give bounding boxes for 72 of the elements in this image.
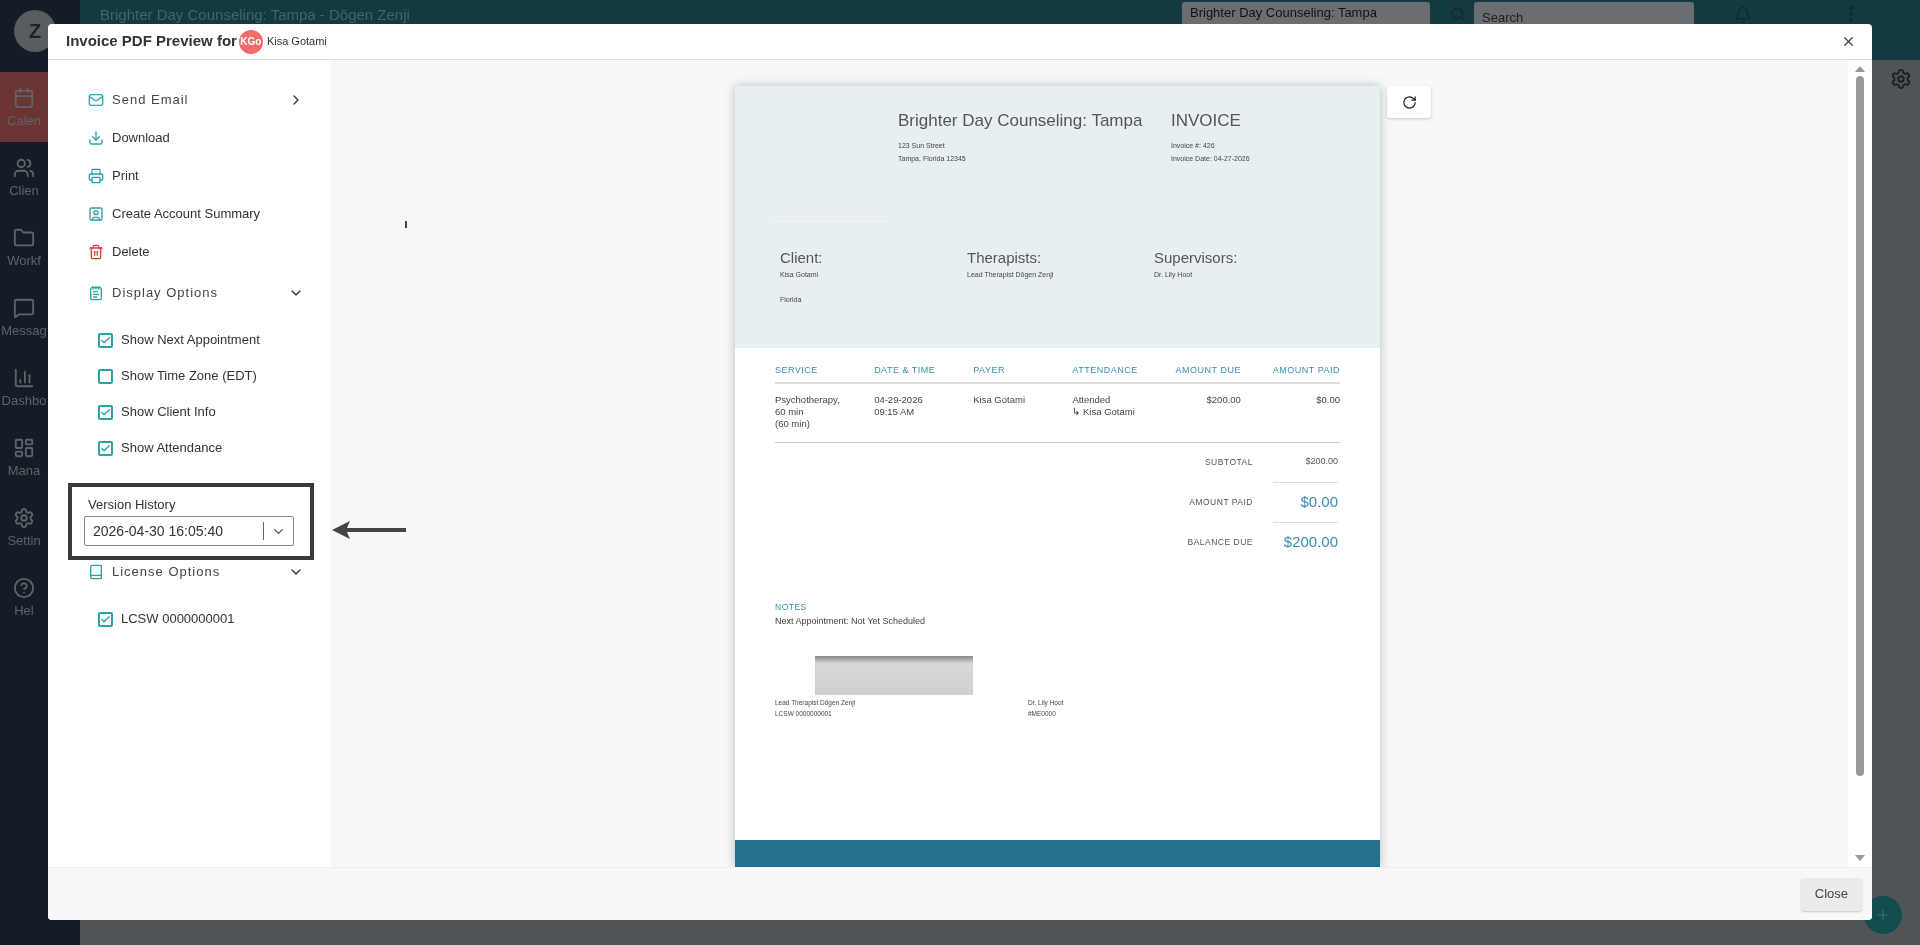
column-header: DATE & TIME [874,364,937,377]
calendar-icon [13,86,35,109]
dashboard-icon [13,436,35,459]
text-cursor-mark [405,221,407,228]
table-cell-text: Attended [1072,393,1112,406]
notepad-icon [88,285,104,301]
column-header: SERVICE [775,364,819,377]
field-label: Version History [88,497,177,513]
client-avatar: KGo [238,29,263,54]
refresh-icon [1401,94,1417,110]
table-cell-text: ↳ Kisa Gotami [1072,405,1136,418]
checkbox-label: Show Attendance [121,439,223,458]
folder-icon [13,226,35,249]
column-header: ATTENDANCE [1072,364,1139,377]
checkbox[interactable] [98,332,113,348]
checkbox-label: Show Next Appointment [121,331,260,350]
refresh-button[interactable] [1387,86,1431,118]
gear-icon [1890,68,1912,90]
sidebar-item[interactable]: Dashbo [0,352,80,422]
checkbox[interactable] [98,611,113,627]
notes-text: Next Appointment: Not Yet Scheduled [775,615,927,629]
total-label: BALANCE DUE [1186,536,1253,549]
column-header: AMOUNT PAID [1271,364,1340,377]
plus-icon [1874,906,1892,924]
checkbox[interactable] [98,440,113,456]
check-icon [100,442,111,454]
notes-heading: NOTES [775,600,808,614]
check-icon [100,334,111,346]
checkbox-label: LCSW 0000000001 [121,610,235,629]
checkbox[interactable] [98,404,113,420]
table-cell: Kisa Gotami [973,393,1025,405]
practice-name: Brighter Day Counseling: Tampa [898,110,1144,132]
check-icon [100,613,111,625]
settings-icon [13,506,35,529]
column-header: AMOUNT DUE [1174,364,1241,377]
close-button[interactable]: Close [1800,877,1862,911]
party-heading: Client: [780,248,824,268]
checkbox-label: Show Time Zone (EDT) [121,367,257,386]
table-cell-text: 60 min [775,405,805,418]
table-cell-text: 04-29-2026 [874,393,924,406]
version-select[interactable]: 2026-04-30 16:05:40 [84,516,294,546]
people-icon [13,156,35,179]
total-label: SUBTOTAL [1203,456,1253,469]
total-value: $200.00 [1305,455,1338,469]
modal-title: Invoice PDF Preview for [66,31,237,52]
bar-chart-icon [13,366,35,389]
bell-icon [1734,6,1752,24]
party-heading: Therapists: [967,248,1043,268]
table-cell: $0.00 [1316,393,1340,405]
help-icon [13,576,35,599]
message-icon [13,296,35,319]
close-icon[interactable] [1841,34,1856,49]
book-icon [88,564,104,580]
checkbox-label: Show Client Info [121,403,216,422]
table-cell-text: (60 min) [775,417,811,430]
sidebar-item[interactable]: Mana [0,422,80,492]
scrollbar-thumb[interactable] [1856,76,1864,776]
invoice-title: INVOICE [1171,110,1242,132]
total-label: AMOUNT PAID [1188,496,1253,509]
column-header: PAYER [973,364,1006,377]
scroll-down-icon [1855,855,1865,861]
search-icon [1450,6,1466,22]
party-heading: Supervisors: [1154,248,1238,268]
checkbox[interactable] [98,368,113,384]
check-icon [100,406,111,418]
client-name: Kisa Gotami [266,34,328,50]
total-value: $200.00 [1283,532,1338,553]
table-cell-text: Psychotherapy, [775,393,841,406]
sidebar-item[interactable]: Settin [0,492,80,562]
table-cell-text: 09:15 AM [874,405,916,418]
table-cell: $200.00 [1206,393,1241,405]
total-value: $0.00 [1300,491,1338,512]
